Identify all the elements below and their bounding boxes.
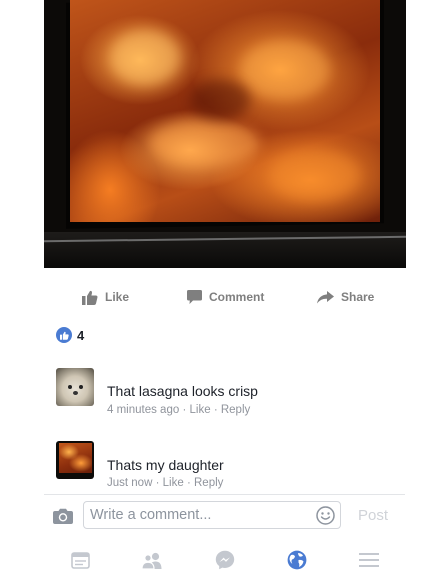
like-button[interactable]: Like bbox=[82, 284, 129, 310]
like-reaction-icon bbox=[56, 327, 72, 343]
share-label: Share bbox=[341, 290, 375, 304]
share-arrow-icon bbox=[317, 290, 334, 303]
comment-reply-link[interactable]: Reply bbox=[221, 404, 250, 416]
meta-separator: · bbox=[155, 477, 160, 489]
comment-button[interactable]: Comment bbox=[187, 284, 264, 310]
comment-time: Just now bbox=[107, 477, 153, 489]
bottom-tab-bar bbox=[0, 540, 435, 585]
camera-button[interactable] bbox=[53, 508, 73, 529]
friends-icon bbox=[141, 552, 162, 569]
reactions-summary[interactable]: 4 bbox=[56, 327, 84, 343]
ultrasound-image bbox=[70, 0, 380, 222]
notifications-globe-icon bbox=[287, 550, 307, 570]
news-feed-icon bbox=[70, 551, 90, 569]
post-actions: Like Comment Share bbox=[0, 284, 435, 310]
comment-composer: Post bbox=[44, 494, 405, 537]
comment-time: 4 minutes ago bbox=[107, 404, 180, 416]
smiley-icon bbox=[316, 506, 335, 525]
tab-news-feed[interactable] bbox=[68, 548, 92, 572]
tab-menu[interactable] bbox=[357, 548, 381, 572]
comment-label: Comment bbox=[209, 290, 265, 304]
messenger-icon bbox=[215, 550, 235, 570]
comment-text: That lasagna looks crisp bbox=[107, 383, 258, 399]
emoji-button[interactable] bbox=[316, 506, 335, 530]
like-label: Like bbox=[105, 290, 130, 304]
comment-meta: 4 minutes ago · Like · Reply bbox=[107, 404, 250, 416]
avatar[interactable] bbox=[56, 368, 94, 406]
post-photo[interactable] bbox=[44, 0, 406, 268]
comment-text: Thats my daughter bbox=[107, 457, 224, 473]
comment-bubble-icon bbox=[187, 290, 202, 304]
reaction-count: 4 bbox=[77, 327, 85, 343]
post-button[interactable]: Post bbox=[358, 507, 388, 524]
comment-meta: Just now · Like · Reply bbox=[107, 477, 223, 489]
comment-like-link[interactable]: Like bbox=[163, 477, 184, 489]
avatar[interactable] bbox=[56, 441, 94, 479]
share-button[interactable]: Share bbox=[317, 284, 374, 310]
thumbs-up-icon bbox=[82, 290, 98, 305]
comment-input-box[interactable] bbox=[83, 501, 341, 529]
meta-separator: · bbox=[213, 404, 218, 416]
tab-notifications[interactable] bbox=[285, 548, 309, 572]
camera-icon bbox=[53, 508, 73, 524]
menu-icon bbox=[359, 553, 379, 567]
comment-reply-link[interactable]: Reply bbox=[194, 477, 223, 489]
meta-separator: · bbox=[186, 477, 191, 489]
tab-friends[interactable] bbox=[140, 548, 164, 572]
tab-messenger[interactable] bbox=[213, 548, 237, 572]
comment-like-link[interactable]: Like bbox=[190, 404, 211, 416]
meta-separator: · bbox=[182, 404, 187, 416]
comment-input[interactable] bbox=[90, 502, 310, 528]
